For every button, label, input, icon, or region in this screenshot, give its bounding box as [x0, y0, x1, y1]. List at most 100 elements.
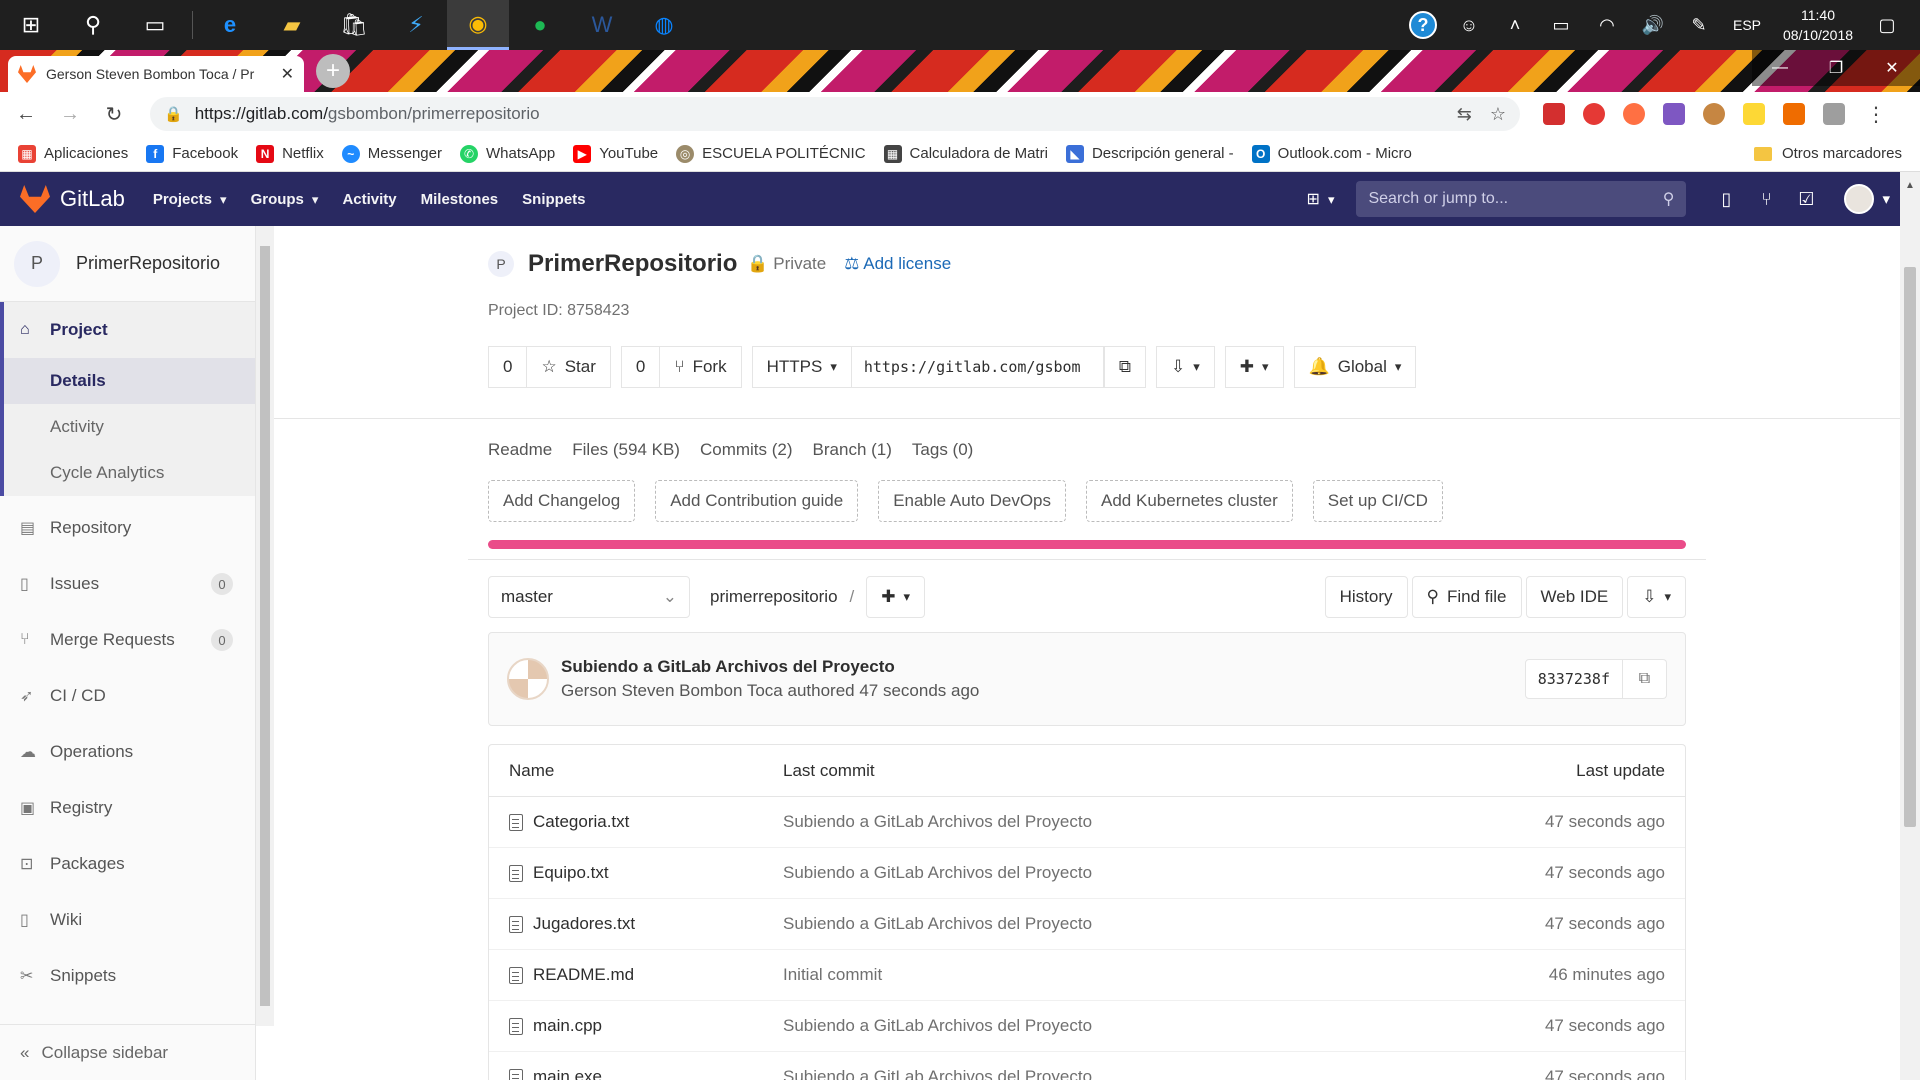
- store-icon[interactable]: 🛍: [323, 0, 385, 50]
- file-commit-link[interactable]: Subiendo a GitLab Archivos del Proyecto: [783, 812, 1445, 832]
- sidebar-sub-activity[interactable]: Activity: [4, 404, 255, 450]
- help-icon[interactable]: ?: [1400, 0, 1446, 50]
- translate-icon[interactable]: ⇆: [1457, 104, 1472, 125]
- page-scrollbar[interactable]: ▲: [1900, 172, 1920, 1080]
- adblock-icon[interactable]: [1543, 103, 1565, 125]
- notification-dropdown[interactable]: 🔔 Global: [1293, 346, 1417, 388]
- add-kubernetes-cluster-button[interactable]: Add Kubernetes cluster: [1086, 480, 1293, 522]
- bookmark-calculadora[interactable]: ▦ Calculadora de Matri: [883, 144, 1048, 163]
- notifications-icon[interactable]: ▢: [1864, 0, 1910, 50]
- volume-icon[interactable]: 🔊: [1630, 0, 1676, 50]
- sidebar-sub-cycle-analytics[interactable]: Cycle Analytics: [4, 450, 255, 496]
- url-text[interactable]: https://gitlab.com/gsbombon/primerreposi…: [195, 104, 1439, 124]
- branch-selector[interactable]: master ⌄: [488, 576, 690, 618]
- chevron-down-icon[interactable]: ▾: [1882, 190, 1890, 208]
- repository-languages-bar[interactable]: [488, 540, 1686, 549]
- nav-projects[interactable]: Projects: [153, 191, 227, 208]
- clone-protocol-dropdown[interactable]: HTTPS: [751, 346, 852, 388]
- stat-readme[interactable]: Readme: [488, 440, 552, 460]
- fork-button[interactable]: ⑂ Fork: [660, 346, 742, 388]
- author-avatar[interactable]: [507, 658, 549, 700]
- extension-note-icon[interactable]: [1743, 103, 1765, 125]
- extension-flame-icon[interactable]: [1623, 103, 1645, 125]
- other-bookmarks[interactable]: Otros marcadores: [1753, 145, 1902, 162]
- star-count[interactable]: 0: [488, 346, 528, 388]
- bookmark-aplicaciones[interactable]: ▦ Aplicaciones: [18, 144, 128, 163]
- issues-icon[interactable]: ▯: [1706, 189, 1746, 210]
- bookmark-epn[interactable]: ◎ ESCUELA POLITÉCNIC: [676, 144, 866, 163]
- sidebar-item-registry[interactable]: ▣ Registry: [0, 780, 255, 836]
- download-dropdown[interactable]: ⇩: [1155, 346, 1215, 388]
- sidebar-item-project[interactable]: ⌂ Project: [4, 302, 255, 358]
- edge-icon[interactable]: e: [199, 0, 261, 50]
- restore-icon[interactable]: ❐: [1808, 50, 1864, 86]
- merge-request-icon[interactable]: ⑂: [1746, 189, 1786, 210]
- back-arrow-icon[interactable]: ←: [8, 96, 44, 132]
- commit-title[interactable]: Subiendo a GitLab Archivos del Proyecto: [561, 657, 979, 677]
- download-dropdown[interactable]: ⇩: [1627, 576, 1686, 618]
- history-button[interactable]: History: [1324, 576, 1408, 618]
- fork-count[interactable]: 0: [620, 346, 661, 388]
- sidebar-item-merge-requests[interactable]: ⑂ Merge Requests 0: [0, 612, 255, 668]
- clock[interactable]: 11:40 08/10/2018: [1772, 5, 1864, 45]
- spotify-icon[interactable]: ●: [509, 0, 571, 50]
- stat-branch[interactable]: Branch (1): [813, 440, 892, 460]
- wifi-icon[interactable]: ◠: [1584, 0, 1630, 50]
- enable-auto-devops-button[interactable]: Enable Auto DevOps: [878, 480, 1067, 522]
- breadcrumb-root[interactable]: primerrepositorio: [710, 587, 838, 607]
- sidebar-item-snippets[interactable]: ✂ Snippets: [0, 948, 255, 1004]
- setup-ci-cd-button[interactable]: Set up CI/CD: [1312, 480, 1443, 522]
- extension-profile-icon[interactable]: [1823, 103, 1845, 125]
- collapse-sidebar-button[interactable]: « Collapse sidebar: [0, 1024, 256, 1080]
- search-input[interactable]: Search or jump to... ⚲: [1356, 181, 1687, 217]
- new-item-plus-icon[interactable]: ⊞: [1307, 189, 1335, 209]
- sidebar-sub-details[interactable]: Details: [4, 358, 255, 404]
- bookmark-netflix[interactable]: N Netflix: [256, 144, 324, 163]
- file-commit-link[interactable]: Initial commit: [783, 965, 1445, 985]
- reload-icon[interactable]: ↻: [96, 96, 132, 132]
- find-file-button[interactable]: ⚲ Find file: [1411, 576, 1522, 618]
- bookmark-whatsapp[interactable]: ✆ WhatsApp: [459, 144, 555, 163]
- file-explorer-icon[interactable]: ▰: [261, 0, 323, 50]
- lock-icon[interactable]: 🔒: [164, 105, 183, 123]
- forward-arrow-icon[interactable]: →: [52, 96, 88, 132]
- windows-start-icon[interactable]: ⊞: [0, 0, 62, 50]
- web-ide-button[interactable]: Web IDE: [1525, 576, 1624, 618]
- file-commit-link[interactable]: Subiendo a GitLab Archivos del Proyecto: [783, 914, 1445, 934]
- address-bar[interactable]: 🔒 https://gitlab.com/gsbombon/primerrepo…: [150, 97, 1520, 131]
- stat-commits[interactable]: Commits (2): [700, 440, 793, 460]
- file-link[interactable]: main.cpp: [489, 1016, 783, 1036]
- add-contribution-guide-button[interactable]: Add Contribution guide: [655, 480, 859, 522]
- chrome-menu-icon[interactable]: ⋮: [1866, 102, 1886, 127]
- sidebar-item-issues[interactable]: ▯ Issues 0: [0, 556, 255, 612]
- visual-studio-icon[interactable]: ⚡: [385, 0, 447, 50]
- scroll-up-arrow-icon[interactable]: ▲: [1905, 180, 1915, 191]
- file-commit-link[interactable]: Subiendo a GitLab Archivos del Proyecto: [783, 863, 1445, 883]
- nav-milestones[interactable]: Milestones: [421, 191, 499, 208]
- bookmark-star-icon[interactable]: ☆: [1490, 104, 1506, 125]
- nav-groups[interactable]: Groups: [251, 191, 319, 208]
- extension-cookie-icon[interactable]: [1703, 103, 1725, 125]
- add-file-dropdown[interactable]: ✚: [866, 576, 926, 618]
- bookmark-facebook[interactable]: f Facebook: [146, 144, 238, 163]
- gitlab-logo[interactable]: GitLab: [20, 185, 125, 213]
- page-scrollbar-thumb[interactable]: [1904, 267, 1916, 827]
- add-dropdown[interactable]: ✚: [1224, 346, 1284, 388]
- add-license-link[interactable]: ⚖ Add license: [844, 254, 951, 274]
- extension-grid-icon[interactable]: [1783, 103, 1805, 125]
- sidebar-scrollbar[interactable]: [256, 226, 274, 1026]
- sidebar-project-header[interactable]: P PrimerRepositorio: [0, 226, 255, 302]
- file-link[interactable]: Jugadores.txt: [489, 914, 783, 934]
- people-icon[interactable]: ☺: [1446, 0, 1492, 50]
- sidebar-item-packages[interactable]: ⊡ Packages: [0, 836, 255, 892]
- stat-tags[interactable]: Tags (0): [912, 440, 973, 460]
- file-link[interactable]: README.md: [489, 965, 783, 985]
- battery-icon[interactable]: ▭: [1538, 0, 1584, 50]
- file-link[interactable]: main.exe: [489, 1067, 783, 1080]
- nav-activity[interactable]: Activity: [342, 191, 396, 208]
- sidebar-item-operations[interactable]: ☁ Operations: [0, 724, 255, 780]
- file-commit-link[interactable]: Subiendo a GitLab Archivos del Proyecto: [783, 1067, 1445, 1080]
- clone-url-input[interactable]: https://gitlab.com/gsbom: [851, 346, 1104, 388]
- extension-avatar-icon[interactable]: [1663, 103, 1685, 125]
- file-link[interactable]: Equipo.txt: [489, 863, 783, 883]
